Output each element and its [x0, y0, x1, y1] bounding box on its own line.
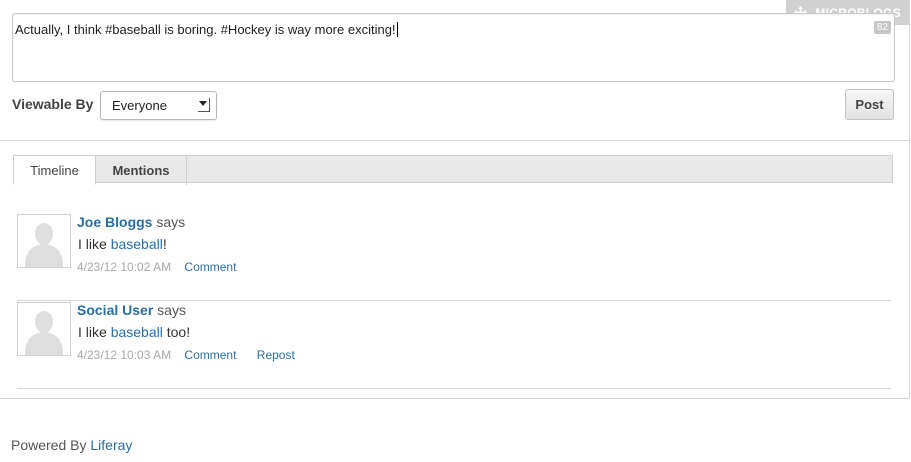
user-silhouette-icon — [35, 311, 53, 333]
author-link[interactable]: Joe Bloggs — [77, 214, 152, 230]
composer-text: Actually, I think #baseball is boring. #… — [15, 22, 396, 37]
says-label: says — [156, 214, 186, 230]
hashtag-link[interactable]: baseball — [111, 236, 163, 252]
entry-message: I like baseball! — [78, 236, 167, 252]
viewable-by-select[interactable]: Everyone — [100, 91, 217, 120]
user-silhouette-icon — [35, 223, 53, 245]
avatar[interactable] — [17, 214, 71, 268]
microblog-textarea[interactable]: Actually, I think #baseball is boring. #… — [12, 13, 895, 82]
entry-timestamp: 4/23/12 10:03 AM — [77, 348, 172, 362]
repost-link[interactable]: Repost — [257, 348, 295, 362]
post-button[interactable]: Post — [845, 89, 894, 120]
powered-by-label: Powered By — [11, 437, 87, 453]
comment-link[interactable]: Comment — [184, 260, 236, 274]
tab-timeline[interactable]: Timeline — [13, 155, 96, 185]
entry-timestamp: 4/23/12 10:02 AM — [77, 260, 172, 274]
microblog-entry: Joe Bloggs says I like baseball! 4/23/12… — [17, 214, 891, 301]
liferay-link[interactable]: Liferay — [90, 437, 132, 453]
tab-mentions[interactable]: Mentions — [96, 155, 187, 185]
comment-link[interactable]: Comment — [184, 348, 236, 362]
divider — [0, 140, 909, 141]
microblog-entry: Social User says I like baseball too! 4/… — [17, 302, 891, 389]
microblogs-portlet: MICROBLOGS Actually, I think #baseball i… — [0, 0, 910, 399]
says-label: says — [157, 302, 186, 318]
hashtag-link[interactable]: baseball — [111, 324, 163, 340]
entry-message: I like baseball too! — [78, 324, 191, 340]
author-link[interactable]: Social User — [77, 302, 153, 318]
text-caret — [396, 22, 398, 37]
chevron-down-icon — [198, 98, 210, 112]
tab-bar: Timeline Mentions — [13, 155, 893, 185]
avatar[interactable] — [17, 302, 71, 356]
powered-by-footer: Powered By Liferay — [11, 437, 132, 453]
viewable-by-selected-value: Everyone — [112, 98, 167, 113]
remaining-characters-badge: 82 — [873, 21, 891, 34]
viewable-by-label: Viewable By — [12, 96, 94, 112]
